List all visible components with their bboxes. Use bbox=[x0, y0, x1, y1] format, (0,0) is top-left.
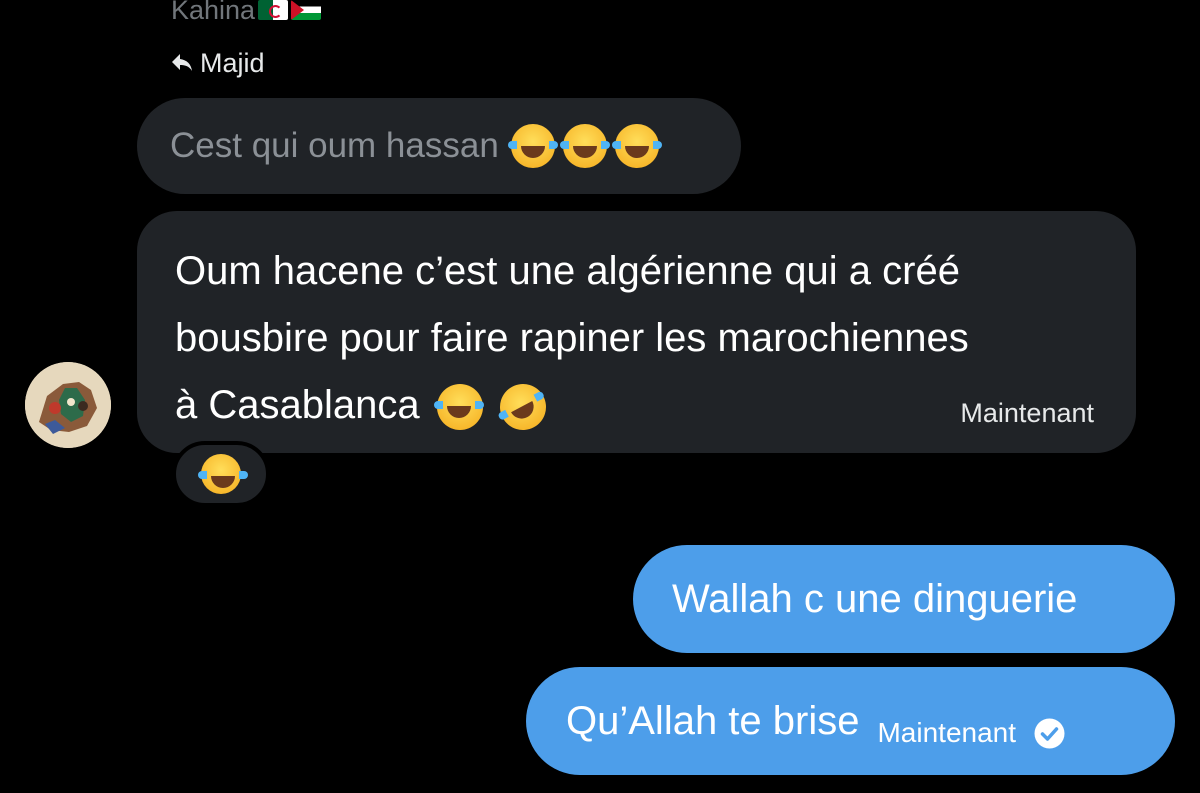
message-line-text: à Casablanca bbox=[175, 383, 420, 427]
avatar-image bbox=[25, 362, 111, 448]
message-timestamp: Maintenant bbox=[877, 717, 1017, 748]
outgoing-message-text: Qu’Allah te brise bbox=[566, 698, 860, 743]
outgoing-message-bubble[interactable]: Qu’Allah te brise Maintenant bbox=[526, 667, 1175, 775]
laughing-tears-emoji-icon bbox=[433, 384, 484, 431]
reply-indicator: Majid bbox=[170, 45, 265, 81]
participant-name: Kahina bbox=[171, 0, 256, 25]
quoted-message-bubble[interactable]: Cest qui oum hassan bbox=[137, 98, 741, 194]
message-line: Oum hacene c’est une algérienne qui a cr… bbox=[175, 249, 960, 293]
reply-arrow-icon bbox=[172, 54, 192, 71]
palestine-flag-icon bbox=[291, 0, 322, 20]
algeria-flag-icon bbox=[258, 0, 289, 20]
avatar[interactable] bbox=[25, 362, 111, 448]
laughing-tears-emoji-icon bbox=[611, 124, 662, 168]
reply-to-name: Majid bbox=[200, 47, 265, 78]
message-timestamp: Maintenant bbox=[960, 398, 1094, 428]
incoming-message-bubble[interactable]: Oum hacene c’est une algérienne qui a cr… bbox=[137, 211, 1136, 453]
rolling-on-floor-laughing-emoji-icon bbox=[491, 376, 554, 439]
quoted-message-text: Cest qui oum hassan bbox=[170, 126, 499, 165]
laughing-tears-emoji-icon bbox=[559, 124, 610, 168]
read-check-icon bbox=[1034, 718, 1065, 748]
conversation-header: Kahina bbox=[171, 0, 322, 30]
outgoing-message-bubble[interactable]: Wallah c une dinguerie bbox=[633, 545, 1175, 653]
message-reaction[interactable] bbox=[172, 441, 270, 507]
quoted-emoji-group bbox=[507, 124, 662, 168]
outgoing-message-text: Wallah c une dinguerie bbox=[672, 576, 1078, 621]
laughing-tears-emoji-icon bbox=[198, 454, 248, 494]
message-line: bousbire pour faire rapiner les marochie… bbox=[175, 316, 969, 360]
laughing-tears-emoji-icon bbox=[507, 124, 558, 168]
